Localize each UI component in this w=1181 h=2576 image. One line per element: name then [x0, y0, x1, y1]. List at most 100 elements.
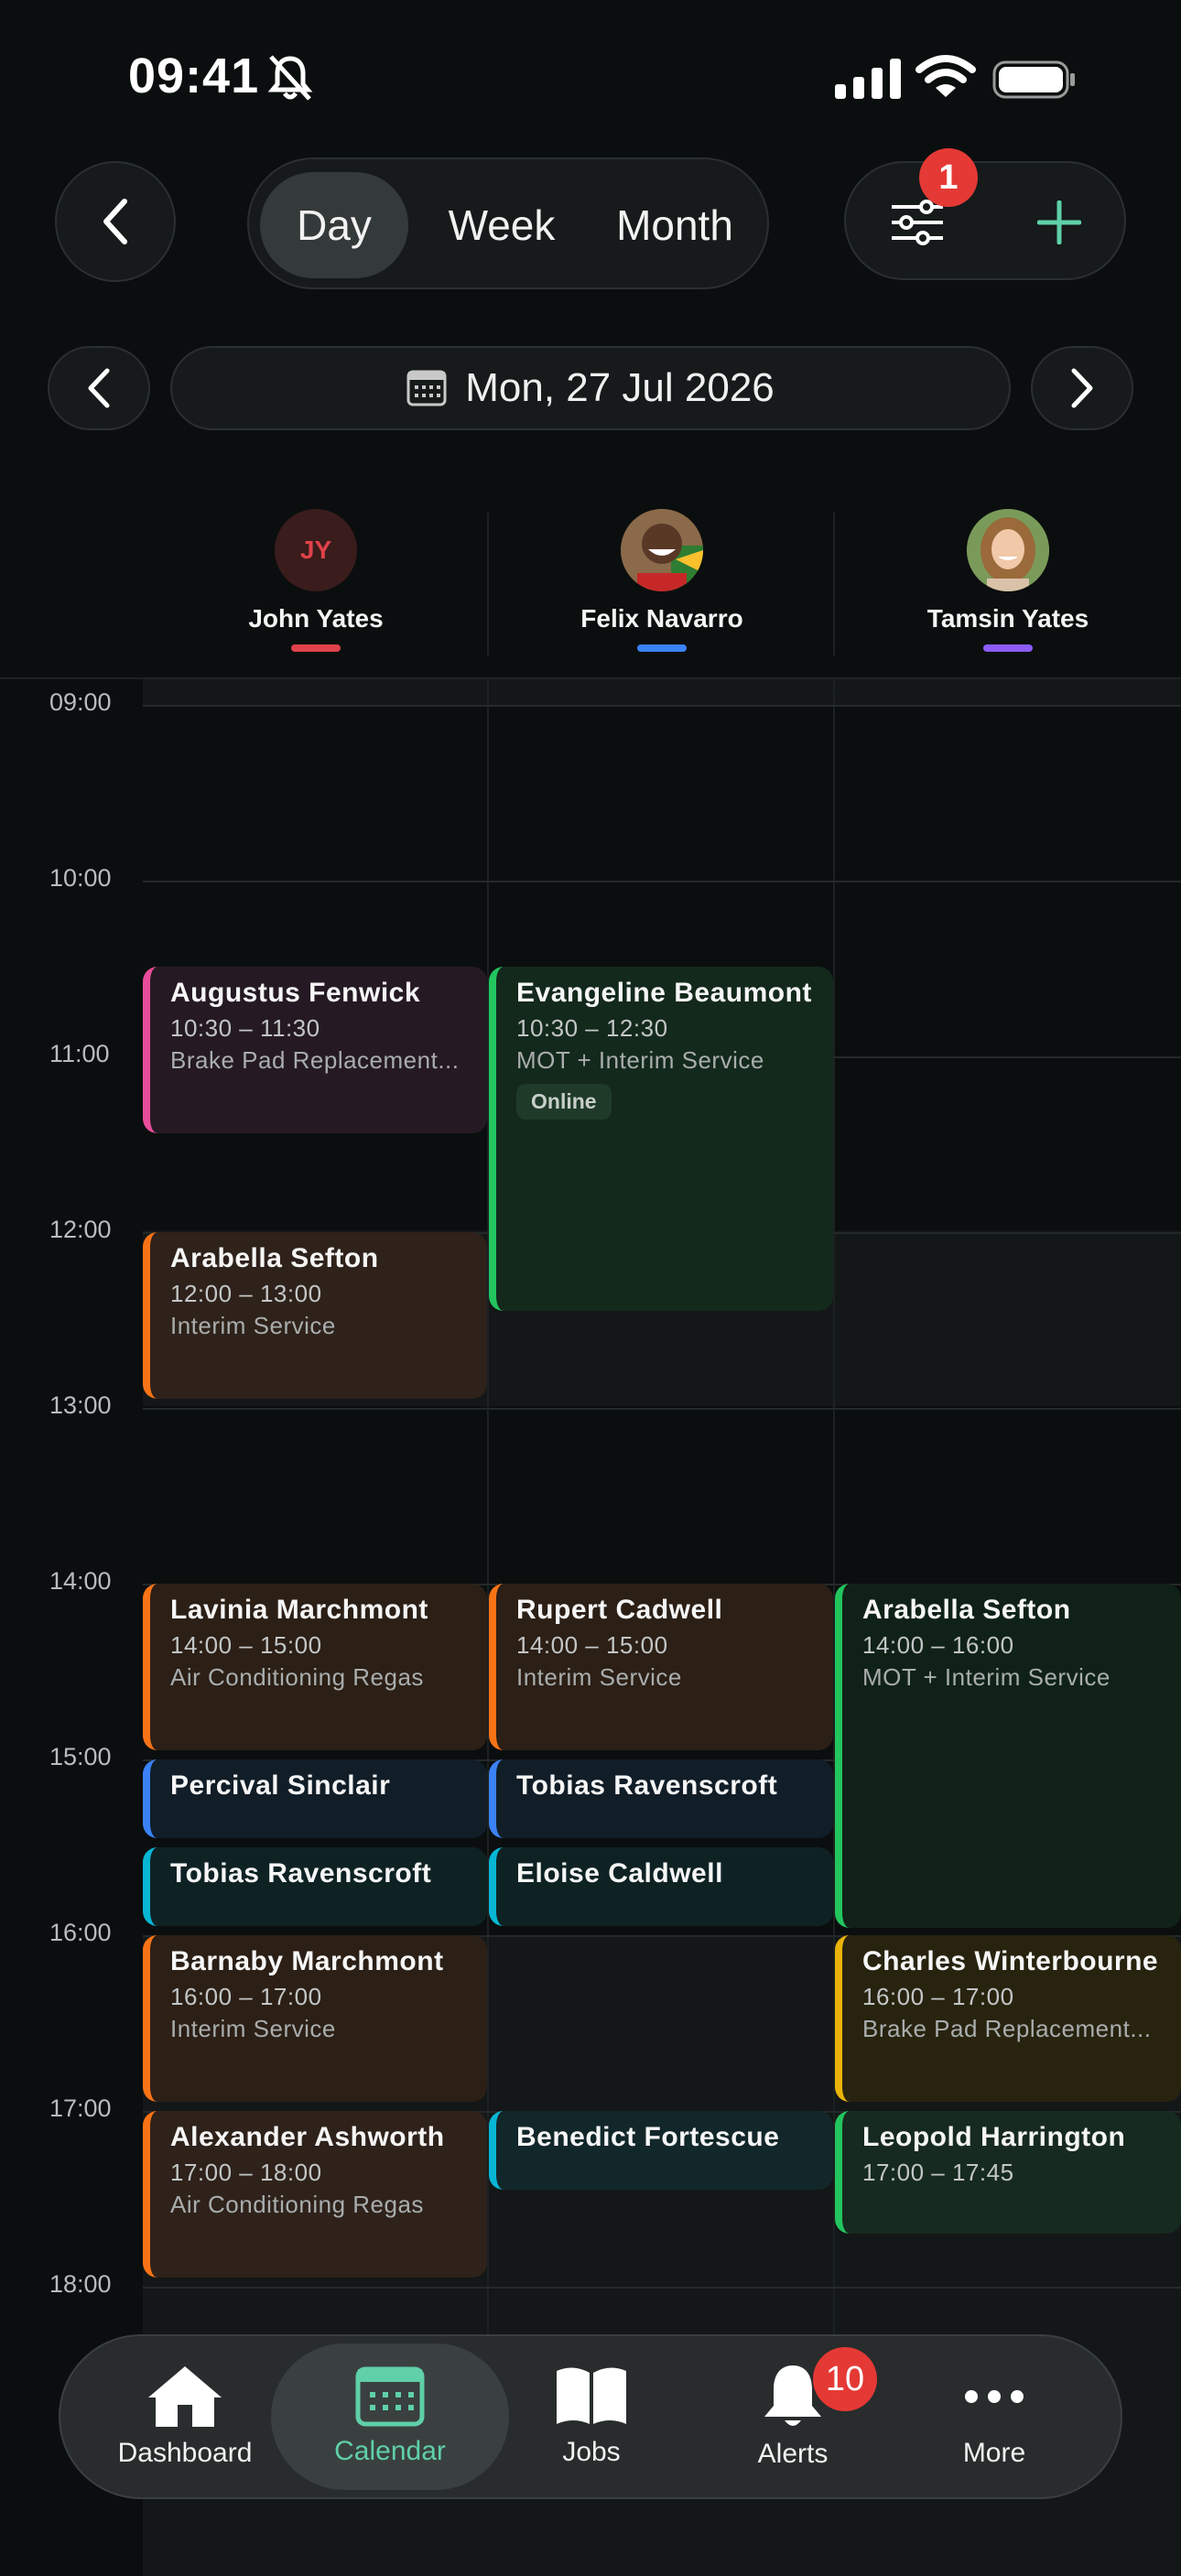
appointment-card[interactable]: Leopold Harrington 17:00 – 17:45 — [835, 2111, 1181, 2234]
appointment-service: Brake Pad Replacement... — [862, 2015, 1152, 2042]
appointment-customer: Barnaby Marchmont — [170, 1946, 444, 1976]
nav-label: Dashboard — [117, 2438, 253, 2468]
view-segmented-control: Day Week Month — [247, 157, 769, 289]
more-dots-icon — [965, 2390, 1024, 2403]
nav-dashboard[interactable]: Dashboard — [84, 2336, 286, 2497]
appointment-customer: Tobias Ravenscroft — [516, 1770, 778, 1801]
appointment-time: 17:00 – 17:45 — [862, 2159, 1014, 2186]
add-button[interactable] — [1020, 183, 1099, 262]
appointment-time: 10:30 – 12:30 — [516, 1014, 668, 1042]
appointment-card[interactable]: Arabella Sefton 14:00 – 16:00 MOT + Inte… — [835, 1584, 1181, 1928]
appointment-service: MOT + Interim Service — [862, 1663, 1111, 1691]
bottom-tab-bar: Dashboard Calendar Jobs Alerts More — [59, 2334, 1122, 2499]
alerts-count-badge: 10 — [813, 2347, 877, 2411]
appointment-service: Interim Service — [170, 2015, 336, 2042]
book-icon — [557, 2367, 626, 2424]
appointment-card[interactable]: Lavinia Marchmont 14:00 – 15:00 Air Cond… — [143, 1584, 487, 1750]
appointment-time: 17:00 – 18:00 — [170, 2159, 322, 2186]
appointment-customer: Augustus Fenwick — [170, 978, 421, 1008]
online-tag: Online — [516, 1084, 612, 1120]
calendar-icon — [355, 2366, 425, 2427]
chevron-left-icon — [103, 199, 127, 244]
staff-name: Felix Navarro — [580, 604, 743, 633]
avatar — [621, 509, 703, 591]
plus-icon — [1037, 200, 1081, 244]
chevron-left-icon — [88, 368, 110, 408]
appointment-card[interactable]: Percival Sinclair — [143, 1759, 487, 1838]
hour-line — [143, 705, 1181, 707]
appointment-service: Interim Service — [170, 1312, 336, 1339]
appointment-customer: Eloise Caldwell — [516, 1858, 723, 1889]
avatar — [967, 509, 1049, 591]
appointment-service: Interim Service — [516, 1663, 682, 1691]
appointment-card[interactable]: Rupert Cadwell 14:00 – 15:00 Interim Ser… — [489, 1584, 833, 1750]
staff-column-john[interactable]: JY John Yates — [143, 509, 489, 652]
hour-line — [143, 881, 1181, 882]
nav-jobs[interactable]: Jobs — [491, 2336, 692, 2497]
appointment-customer: Tobias Ravenscroft — [170, 1858, 432, 1889]
home-icon — [148, 2366, 222, 2427]
staff-column-felix[interactable]: Felix Navarro — [489, 509, 835, 652]
appointment-card[interactable]: Tobias Ravenscroft — [489, 1759, 833, 1838]
appointment-card[interactable]: Benedict Fortescue — [489, 2111, 833, 2190]
appointment-service: Air Conditioning Regas — [170, 2191, 424, 2218]
current-date: Mon, 27 Jul 2026 — [465, 365, 775, 410]
appointment-customer: Evangeline Beaumont — [516, 978, 812, 1008]
appointment-card[interactable]: Augustus Fenwick 10:30 – 11:30 Brake Pad… — [143, 967, 487, 1133]
appointment-service: MOT + Interim Service — [516, 1046, 764, 1074]
actions-group — [844, 161, 1126, 280]
hour-label: 16:00 — [49, 1919, 112, 1946]
hour-line — [143, 2287, 1181, 2289]
appointment-time: 12:00 – 13:00 — [170, 1280, 322, 1307]
status-time: 09:41 — [128, 49, 260, 103]
appointment-card[interactable]: Barnaby Marchmont 16:00 – 17:00 Interim … — [143, 1935, 487, 2102]
appointment-card[interactable]: Charles Winterbourne 16:00 – 17:00 Brake… — [835, 1935, 1181, 2102]
appointment-customer: Arabella Sefton — [862, 1595, 1071, 1625]
hour-line — [143, 1408, 1181, 1410]
appointment-card[interactable]: Tobias Ravenscroft — [143, 1847, 487, 1926]
wifi-icon — [916, 55, 976, 97]
person-photo — [967, 509, 1049, 591]
nav-more[interactable]: More — [894, 2336, 1095, 2497]
appointment-customer: Leopold Harrington — [862, 2122, 1126, 2152]
nav-calendar[interactable]: Calendar — [271, 2343, 509, 2490]
hour-label: 13:00 — [49, 1391, 112, 1419]
hour-label: 17:00 — [49, 2094, 112, 2122]
battery-icon — [992, 60, 1075, 99]
appointment-time: 14:00 – 15:00 — [170, 1631, 322, 1659]
staff-color-bar — [983, 644, 1033, 652]
appointment-customer: Rupert Cadwell — [516, 1595, 723, 1625]
appointment-card[interactable]: Evangeline Beaumont 10:30 – 12:30 MOT + … — [489, 967, 833, 1311]
next-day-button[interactable] — [1031, 346, 1133, 430]
appointment-customer: Arabella Sefton — [170, 1243, 379, 1273]
chevron-right-icon — [1071, 368, 1093, 408]
appointment-service: Brake Pad Replacement... — [170, 1046, 460, 1074]
nav-label: More — [962, 2438, 1026, 2468]
staff-color-bar — [291, 644, 341, 652]
appointment-customer: Alexander Ashworth — [170, 2122, 445, 2152]
staff-column-tamsin[interactable]: Tamsin Yates — [835, 509, 1181, 652]
appointment-card[interactable]: Eloise Caldwell — [489, 1847, 833, 1926]
tab-month[interactable]: Month — [588, 172, 762, 278]
appointment-time: 16:00 – 17:00 — [170, 1983, 322, 2010]
nav-label: Jobs — [562, 2437, 621, 2467]
appointment-card[interactable]: Alexander Ashworth 17:00 – 18:00 Air Con… — [143, 2111, 487, 2278]
nav-label: Calendar — [334, 2436, 446, 2466]
appointment-customer: Charles Winterbourne — [862, 1946, 1159, 1976]
filter-count-badge: 1 — [919, 148, 978, 207]
previous-day-button[interactable] — [48, 346, 150, 430]
nav-label: Alerts — [757, 2439, 829, 2469]
appointment-time: 14:00 – 16:00 — [862, 1631, 1014, 1659]
bell-muted-icon — [267, 55, 313, 101]
staff-name: Tamsin Yates — [926, 604, 1089, 633]
tab-week[interactable]: Week — [419, 172, 584, 278]
appointment-customer: Percival Sinclair — [170, 1770, 391, 1801]
tab-day[interactable]: Day — [260, 172, 408, 278]
hour-label: 11:00 — [49, 1040, 110, 1067]
appointment-card[interactable]: Arabella Sefton 12:00 – 13:00 Interim Se… — [143, 1232, 487, 1399]
hour-label: 18:00 — [49, 2270, 112, 2298]
filter-sliders-icon — [892, 200, 943, 245]
date-picker-button[interactable]: Mon, 27 Jul 2026 — [170, 346, 1011, 430]
back-button[interactable] — [55, 161, 176, 282]
avatar-initials: JY — [299, 536, 332, 564]
